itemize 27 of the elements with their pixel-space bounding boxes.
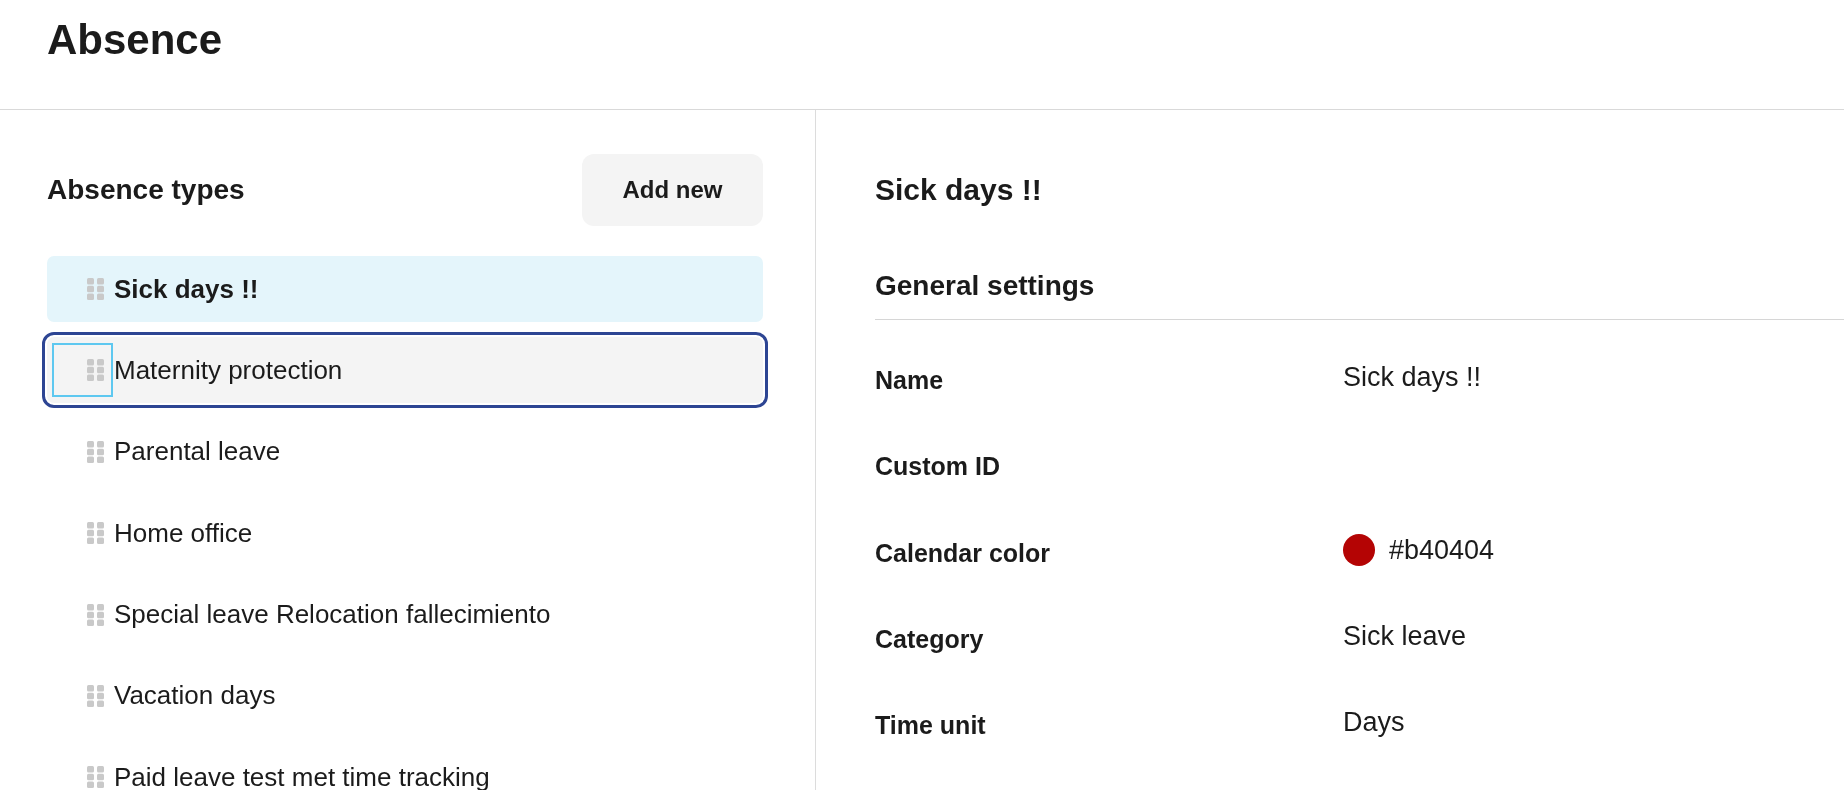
absence-type-item[interactable]: Sick days !! — [47, 256, 763, 322]
grip-icon — [87, 522, 104, 545]
field-value: Days — [1343, 706, 1405, 739]
absence-type-item[interactable]: Vacation days — [47, 662, 763, 729]
grip-icon — [87, 603, 104, 626]
field-value: Sick leave — [1343, 620, 1467, 653]
color-value: #b40404 — [1389, 533, 1495, 566]
detail-title: Sick days !! — [875, 172, 1042, 208]
absence-type-item[interactable]: Special leave Relocation fallecimiento — [47, 581, 763, 648]
absence-type-item[interactable]: Home office — [47, 500, 763, 567]
add-new-button[interactable]: Add new — [582, 154, 763, 226]
absence-type-item[interactable]: Parental leave — [47, 418, 763, 485]
field-value: Sick days !! — [1343, 361, 1482, 394]
field-label: Time unit — [875, 710, 987, 741]
grip-icon — [87, 278, 104, 300]
page-title: Absence — [47, 16, 223, 64]
field-label: Name — [875, 365, 945, 396]
settings-section-title: General settings — [875, 269, 1844, 320]
field-label: Custom ID — [875, 451, 1001, 482]
grip-icon — [87, 766, 104, 789]
grip-icon — [87, 359, 104, 382]
drag-handle[interactable] — [52, 343, 113, 398]
grip-icon — [87, 684, 104, 707]
grip-icon — [87, 440, 104, 463]
field-label: Category — [875, 624, 985, 655]
section-title: Absence types — [47, 173, 245, 207]
field-label: Calendar color — [875, 537, 1052, 568]
